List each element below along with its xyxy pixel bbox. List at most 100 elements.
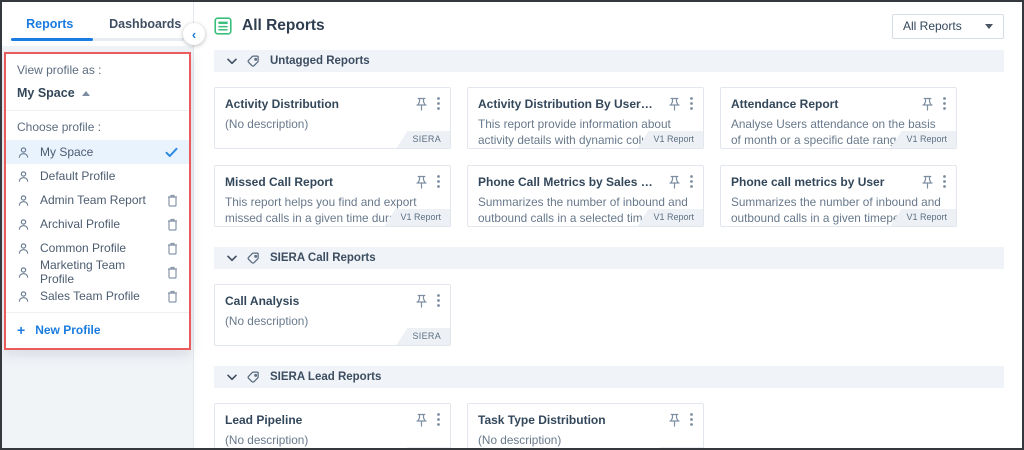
report-grid-siera-lead: Lead Pipeline (No description) SIERA Tas…: [214, 403, 1004, 448]
person-icon: [17, 170, 30, 183]
profile-name: Marketing Team Profile: [40, 258, 126, 286]
kebab-menu-icon[interactable]: [437, 413, 440, 426]
main-content: All Reports All Reports Untagged Reports…: [194, 2, 1022, 448]
report-title: Activity Distribution: [225, 97, 340, 111]
section-header-untagged-reports[interactable]: Untagged Reports: [214, 50, 1004, 72]
report-type-badge: SIERA: [396, 131, 450, 148]
report-card[interactable]: Activity Distribution By Users With Acti…: [467, 87, 704, 149]
report-card[interactable]: Phone Call Metrics by Sales Group Summar…: [467, 165, 704, 227]
person-icon: [17, 146, 30, 159]
report-title: Phone Call Metrics by Sales Group: [478, 175, 659, 189]
sidebar-collapse-button[interactable]: ‹: [183, 23, 205, 45]
profile-name: Default Profile: [40, 169, 116, 183]
report-type-badge: SIERA: [396, 328, 450, 345]
tab-dashboards[interactable]: Dashboards: [98, 17, 194, 31]
report-title: Attendance Report: [731, 97, 839, 111]
profile-item-marketing-team-profile[interactable]: Marketing Team Profile: [6, 258, 189, 286]
report-card[interactable]: Missed Call Report This report helps you…: [214, 165, 451, 227]
report-type-badge: V1 Report: [890, 131, 956, 148]
chevron-down-icon[interactable]: [227, 374, 237, 381]
caret-up-icon: [81, 90, 90, 96]
report-card[interactable]: Lead Pipeline (No description) SIERA: [214, 403, 451, 448]
profile-item-sales-team-profile[interactable]: Sales Team Profile: [6, 284, 189, 308]
kebab-menu-icon[interactable]: [690, 413, 693, 426]
report-title: Call Analysis: [225, 294, 300, 308]
pin-icon[interactable]: [415, 294, 428, 308]
trash-icon[interactable]: [167, 242, 178, 255]
profile-name: My Space: [40, 145, 94, 159]
chevron-down-icon: [985, 23, 993, 29]
profile-item-my-space[interactable]: My Space: [6, 140, 189, 164]
chevron-down-icon[interactable]: [227, 58, 237, 65]
report-card[interactable]: Call Analysis (No description) SIERA: [214, 284, 451, 346]
section-title: SIERA Call Reports: [270, 252, 376, 264]
new-profile-button[interactable]: + New Profile: [6, 312, 189, 348]
report-grid-untagged: Activity Distribution (No description) S…: [214, 87, 1004, 227]
report-card[interactable]: Phone call metrics by User Summarizes th…: [720, 165, 957, 227]
kebab-menu-icon[interactable]: [437, 175, 440, 188]
report-title: Missed Call Report: [225, 175, 334, 189]
section-header-siera-call-reports[interactable]: SIERA Call Reports: [214, 247, 1004, 269]
report-grid-siera-call: Call Analysis (No description) SIERA: [214, 284, 1004, 346]
report-title: Activity Distribution By Users With Acti…: [478, 97, 659, 111]
pin-icon[interactable]: [668, 97, 681, 111]
report-description: (No description): [478, 433, 562, 447]
pin-icon[interactable]: [415, 413, 428, 427]
view-profile-label: View profile as :: [17, 63, 102, 77]
choose-profile-label: Choose profile :: [17, 120, 102, 134]
profile-dropdown-toggle[interactable]: My Space: [6, 85, 189, 111]
kebab-menu-icon[interactable]: [690, 175, 693, 188]
report-description: (No description): [225, 433, 309, 447]
profile-item-archival-profile[interactable]: Archival Profile: [6, 212, 189, 236]
report-type-badge: V1 Report: [890, 209, 956, 226]
trash-icon[interactable]: [167, 290, 178, 303]
report-type-badge: V1 Report: [384, 209, 450, 226]
trash-icon[interactable]: [167, 266, 178, 279]
kebab-menu-icon[interactable]: [437, 294, 440, 307]
selected-profile-name: My Space: [17, 86, 75, 100]
report-type-badge: V1 Report: [637, 209, 703, 226]
sidebar: Reports Dashboards View profile as : My …: [2, 2, 194, 448]
pin-icon[interactable]: [415, 175, 428, 189]
tab-reports[interactable]: Reports: [2, 17, 98, 31]
trash-icon[interactable]: [167, 218, 178, 231]
profile-name: Archival Profile: [40, 217, 121, 231]
report-card[interactable]: Activity Distribution (No description) S…: [214, 87, 451, 149]
profile-panel-annotated: View profile as : My Space Choose profil…: [4, 52, 191, 350]
kebab-menu-icon[interactable]: [437, 97, 440, 110]
section-title: SIERA Lead Reports: [270, 371, 382, 383]
trash-icon[interactable]: [167, 194, 178, 207]
section-header-siera-lead-reports[interactable]: SIERA Lead Reports: [214, 366, 1004, 388]
person-icon: [17, 218, 30, 231]
profile-name: Common Profile: [40, 241, 127, 255]
app-window: Reports Dashboards View profile as : My …: [0, 0, 1024, 450]
report-card[interactable]: Task Type Distribution (No description) …: [467, 403, 704, 448]
profile-name: Admin Team Report: [40, 193, 146, 207]
profile-item-default-profile[interactable]: Default Profile: [6, 164, 189, 188]
chevron-down-icon[interactable]: [227, 255, 237, 262]
tag-icon: [247, 371, 260, 384]
profile-item-admin-team-report[interactable]: Admin Team Report: [6, 188, 189, 212]
report-description: (No description): [225, 314, 309, 328]
sidebar-tabs: Reports Dashboards: [2, 2, 193, 46]
pin-icon[interactable]: [921, 97, 934, 111]
kebab-menu-icon[interactable]: [690, 97, 693, 110]
pin-icon[interactable]: [921, 175, 934, 189]
report-list-icon: [214, 17, 232, 35]
kebab-menu-icon[interactable]: [943, 97, 946, 110]
report-type-badge: V1 Report: [637, 131, 703, 148]
page-title: All Reports: [242, 17, 325, 34]
report-title: Phone call metrics by User: [731, 175, 885, 189]
pin-icon[interactable]: [668, 175, 681, 189]
tab-active-underline: [11, 38, 93, 41]
pin-icon[interactable]: [668, 413, 681, 427]
profile-item-common-profile[interactable]: Common Profile: [6, 236, 189, 260]
main-header: All Reports All Reports: [214, 4, 1004, 48]
pin-icon[interactable]: [415, 97, 428, 111]
tag-icon: [247, 55, 260, 68]
tag-icon: [247, 252, 260, 265]
kebab-menu-icon[interactable]: [943, 175, 946, 188]
report-card[interactable]: Attendance Report Analyse Users attendan…: [720, 87, 957, 149]
section-title: Untagged Reports: [270, 55, 370, 67]
report-filter-dropdown[interactable]: All Reports: [892, 13, 1004, 39]
